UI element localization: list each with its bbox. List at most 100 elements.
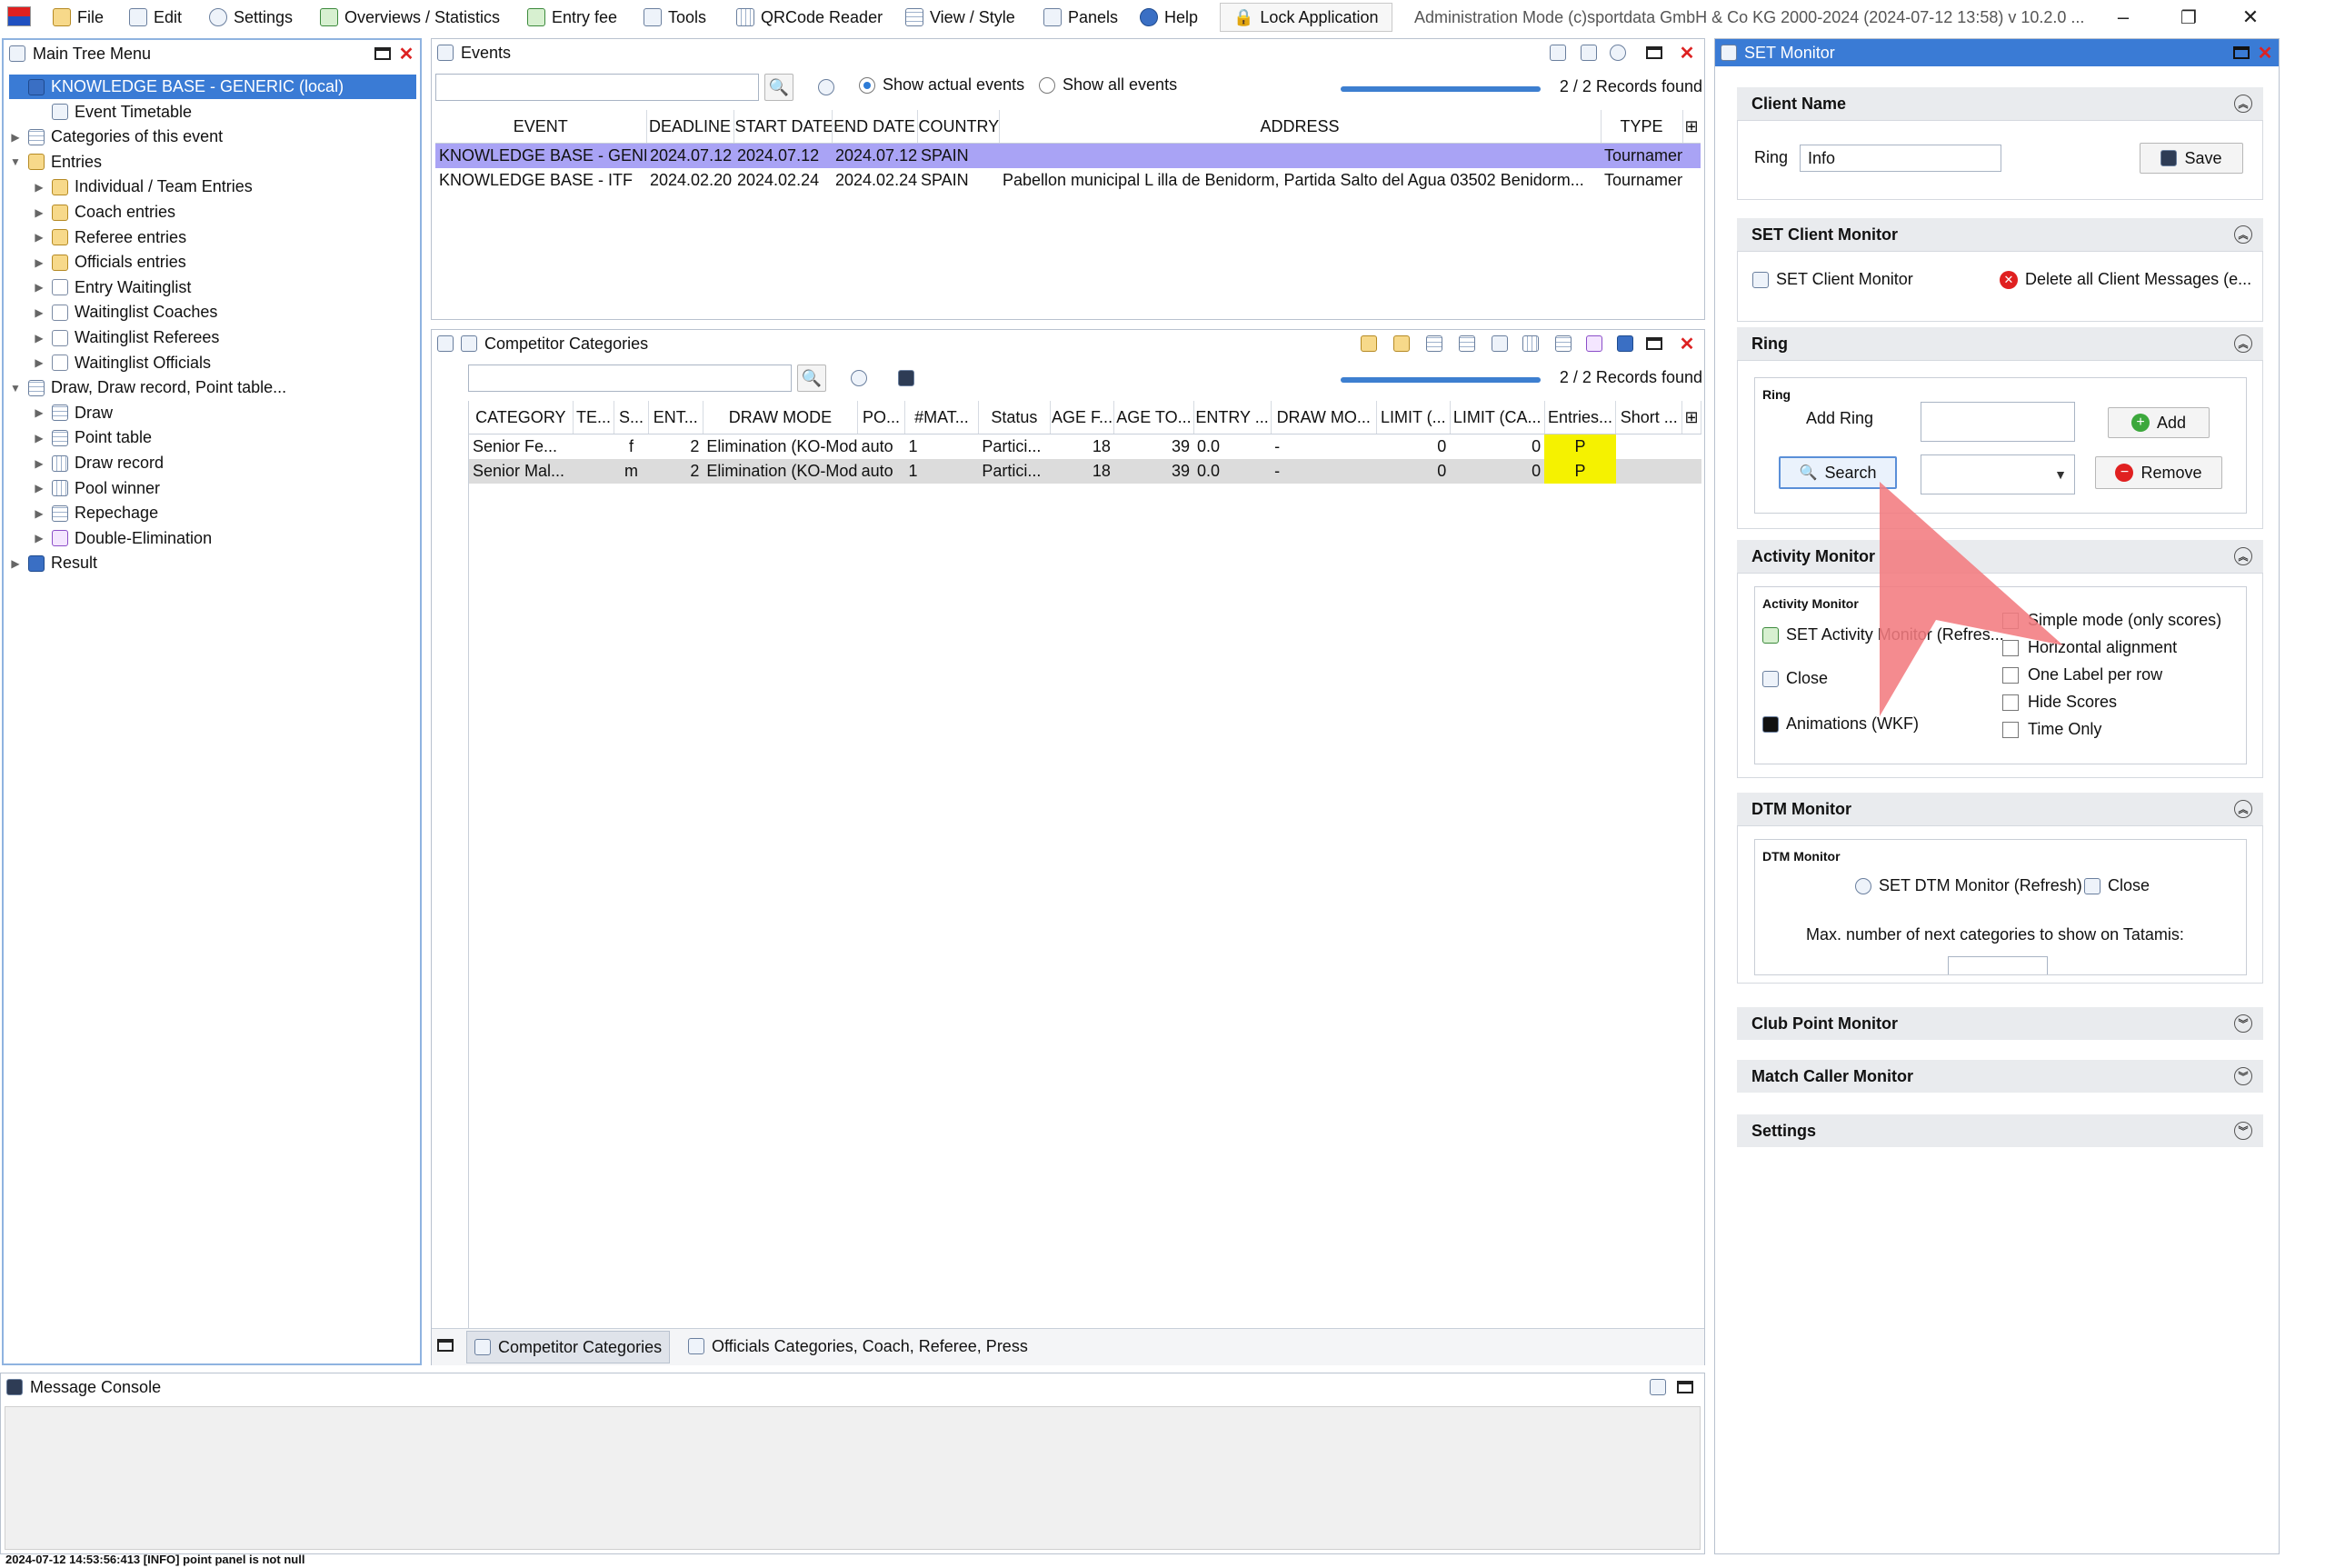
menu-tools[interactable]: Tools (644, 0, 706, 35)
column-header[interactable]: AGE F... (1050, 401, 1115, 434)
table-row[interactable]: Senior Mal... m2Elimination (KO-Mode)...a… (469, 459, 1701, 484)
dtm-monitor-header[interactable]: DTM Monitor ︽ (1737, 793, 2263, 825)
events-search-button[interactable]: 🔍 (764, 74, 793, 101)
client-name-header[interactable]: Client Name ︽ (1737, 87, 2263, 120)
menu-file[interactable]: File (53, 0, 104, 35)
activity-option-checkbox[interactable]: Hide Scores (2002, 693, 2117, 712)
column-header[interactable]: LIMIT (... (1376, 401, 1451, 434)
export-icon[interactable] (1584, 335, 1604, 353)
categories-refresh-button[interactable] (844, 365, 873, 392)
maximize-panel-button[interactable] (1644, 335, 1664, 353)
checkbox-icon[interactable] (2002, 666, 2019, 684)
column-header[interactable]: AGE TO... (1113, 401, 1194, 434)
categories-search-button[interactable]: 🔍 (797, 365, 826, 392)
remove-ring-button[interactable]: − Remove (2095, 456, 2222, 489)
import-icon[interactable] (1359, 335, 1379, 353)
collapse-icon[interactable]: ︽ (2234, 547, 2252, 565)
menu-edit[interactable]: Edit (129, 0, 182, 35)
expand-arrow-icon[interactable]: ▶ (33, 406, 45, 419)
maximize-panel-button[interactable] (2231, 44, 2251, 62)
rows-icon[interactable] (1553, 335, 1573, 353)
restore-button[interactable]: ❐ (2161, 0, 2216, 35)
animations-wkf-button[interactable]: Animations (WKF) (1762, 714, 1919, 734)
expand-icon[interactable]: ︾ (2234, 1014, 2252, 1033)
expand-arrow-icon[interactable]: ▶ (33, 356, 45, 369)
expand-arrow-icon[interactable]: ▶ (33, 532, 45, 544)
expand-arrow-icon[interactable]: ▶ (33, 432, 45, 444)
max-categories-input[interactable] (1948, 956, 2048, 974)
activity-monitor-header[interactable]: Activity Monitor ︽ (1737, 540, 2263, 573)
open-client-monitor-button[interactable]: SET Client Monitor (1752, 270, 1913, 289)
collapse-icon[interactable]: ︽ (2234, 800, 2252, 818)
refresh-event-icon[interactable] (1608, 44, 1628, 62)
open-dtm-monitor-button[interactable]: SET DTM Monitor (Refresh) (1855, 876, 2082, 895)
open-activity-monitor-button[interactable]: SET Activity Monitor (Refres... (1762, 625, 2004, 644)
expand-icon[interactable]: ︾ (2234, 1122, 2252, 1140)
tree-item[interactable]: KNOWLEDGE BASE - GENERIC (local) (9, 75, 416, 99)
column-header[interactable]: LIMIT (CA... (1450, 401, 1545, 434)
column-header[interactable]: S... (614, 401, 649, 434)
settings-table-icon[interactable] (1615, 335, 1635, 353)
column-header[interactable]: TYPE (1601, 110, 1683, 144)
table-row[interactable]: KNOWLEDGE BASE - ITF 2024.02.20 2024.02.24… (435, 168, 1701, 193)
collapse-arrow-icon[interactable]: ▼ (9, 155, 22, 168)
match-caller-monitor-header[interactable]: Match Caller Monitor ︾ (1737, 1060, 2263, 1093)
tree-item[interactable]: ▶ Entry Waitinglist (33, 275, 191, 300)
save-button[interactable]: Save (2140, 143, 2243, 174)
column-header[interactable]: Entries... (1544, 401, 1617, 434)
expand-arrow-icon[interactable]: ▶ (33, 206, 45, 219)
copy-icon[interactable] (437, 335, 454, 352)
tree-item[interactable]: ▶ Draw record (33, 451, 164, 475)
paste-icon[interactable] (1392, 335, 1412, 353)
column-header[interactable]: PO... (857, 401, 905, 434)
checkbox-icon[interactable] (2002, 694, 2019, 711)
close-panel-button[interactable]: ✕ (1677, 335, 1697, 355)
collapse-icon[interactable]: ︽ (2234, 225, 2252, 244)
open-event-icon[interactable] (1579, 44, 1599, 62)
column-header[interactable]: Short ... (1615, 401, 1683, 434)
collapse-arrow-icon[interactable]: ▼ (9, 382, 22, 394)
tree-item[interactable]: ▶ Waitinglist Coaches (33, 300, 217, 325)
column-header[interactable]: START DATE (733, 110, 833, 144)
menu-settings[interactable]: Settings (209, 0, 293, 35)
delete-client-messages-button[interactable]: ✕ Delete all Client Messages (e... (2000, 270, 2251, 289)
tree-item[interactable]: ▶ Point table (33, 425, 152, 450)
column-header[interactable]: #MAT... (904, 401, 979, 434)
column-header[interactable]: EVENT (435, 110, 647, 144)
menu-help[interactable]: Help (1140, 0, 1198, 35)
radio-show-actual[interactable]: Show actual events (859, 75, 1024, 95)
expand-arrow-icon[interactable]: ▶ (33, 507, 45, 520)
add-ring-input[interactable] (1921, 402, 2075, 442)
numbered-list-icon[interactable] (1457, 335, 1477, 353)
activity-option-checkbox[interactable]: One Label per row (2002, 665, 2162, 684)
ring-name-input[interactable]: Info (1800, 145, 2001, 172)
expand-arrow-icon[interactable]: ▶ (33, 181, 45, 194)
expand-arrow-icon[interactable]: ▶ (33, 306, 45, 319)
edit-event-icon[interactable] (1548, 44, 1568, 62)
column-header[interactable]: Status (978, 401, 1051, 434)
close-activity-monitor-button[interactable]: Close (1762, 669, 1828, 688)
tab-competitor-categories[interactable]: Competitor Categories (466, 1331, 671, 1363)
column-chooser-icon[interactable]: ⊞ (1681, 401, 1701, 434)
tree-item[interactable]: ▶ Repechage (33, 501, 158, 525)
ring-header[interactable]: Ring ︽ (1737, 327, 2263, 360)
categories-save-button[interactable] (892, 365, 921, 392)
menu-panels[interactable]: Panels (1043, 0, 1118, 35)
column-header[interactable]: DRAW MO... (1271, 401, 1377, 434)
search-ring-button[interactable]: 🔍 Search (1779, 456, 1897, 489)
radio-show-all[interactable]: Show all events (1039, 75, 1177, 95)
expand-arrow-icon[interactable]: ▶ (33, 332, 45, 345)
column-header[interactable]: ENT... (648, 401, 703, 434)
maximize-panel-button[interactable] (373, 45, 393, 63)
column-header[interactable]: TE... (573, 401, 615, 434)
expand-arrow-icon[interactable]: ▶ (9, 131, 22, 144)
expand-arrow-icon[interactable]: ▶ (33, 231, 45, 244)
maximize-panel-button[interactable] (1644, 44, 1664, 62)
column-header[interactable]: ADDRESS (999, 110, 1602, 144)
checkbox-icon[interactable] (2002, 721, 2019, 738)
column-header[interactable]: END DATE (832, 110, 918, 144)
column-header[interactable]: CATEGORY (469, 401, 574, 434)
collapse-icon[interactable]: ︽ (2234, 95, 2252, 113)
minimize-button[interactable]: – (2096, 0, 2150, 35)
activity-option-checkbox[interactable]: Time Only (2002, 720, 2101, 739)
